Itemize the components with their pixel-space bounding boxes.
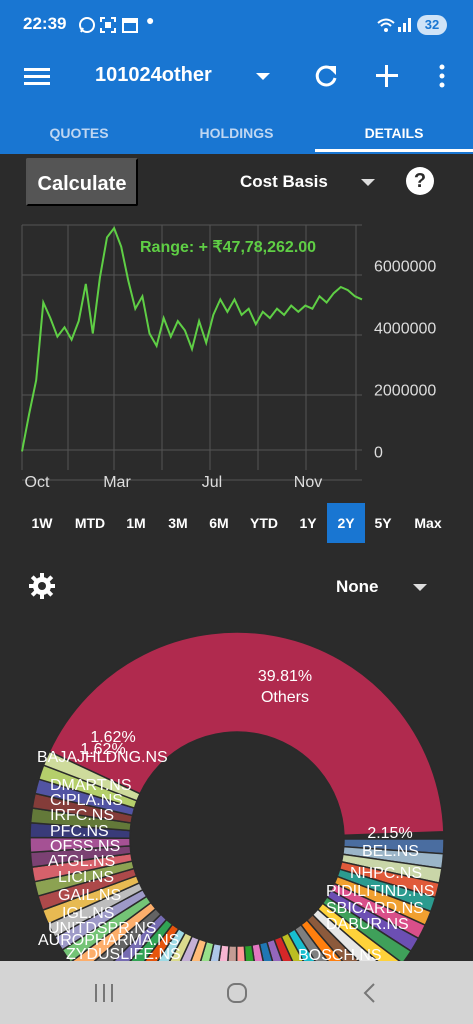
slice-label: DABUR.NS [326,916,409,933]
screenshot-icon [100,17,116,33]
back-icon[interactable] [358,981,382,1005]
y-tick-label: 4000000 [374,320,436,337]
status-time: 22:39 [23,14,67,33]
others-percent: 39.81% [258,668,312,685]
portfolio-title[interactable]: 101024other [95,64,212,87]
calendar-icon [122,18,138,33]
app-bar: 101024other [0,52,473,102]
slice-label: ZYDUSLIFE.NS [66,946,181,961]
slice-label: BEL.NS [362,843,419,860]
others-label: Others [261,689,309,706]
range-button-2y[interactable]: 2Y [327,503,365,543]
wifi-icon [377,18,395,32]
battery-badge: 32 [417,15,447,35]
range-label: Range: + ₹47,78,262.00 [140,239,316,256]
range-button-5y[interactable]: 5Y [364,503,402,543]
chart-y-axis: 6000000 4000000 2000000 0 [374,258,436,461]
more-options-icon[interactable] [436,61,448,91]
tab-quotes[interactable]: QUOTES [0,102,158,154]
slice-label: PIDILITIND.NS [326,883,434,900]
menu-icon[interactable] [24,61,50,91]
range-button-3m[interactable]: 3M [159,503,197,543]
tab-indicator [315,149,473,152]
range-button-mtd[interactable]: MTD [70,503,110,543]
slice-label: LICI.NS [58,869,114,886]
signal-icon [398,18,411,32]
tab-holdings[interactable]: HOLDINGS [158,102,315,154]
allocation-donut-chart: 39.81% Others 2.15% 1.62% 1.62% BAJAJHLD… [29,631,445,961]
status-bar: 22:39 ● 32 [0,0,473,52]
slice-label: ATGL.NS [48,853,115,870]
tab-details[interactable]: DETAILS [315,102,473,154]
slice-label: NHPC.NS [350,865,422,882]
chart-series-line [21,226,363,452]
slice-label: SBICARD.NS [326,900,424,917]
system-nav-bar [0,961,473,1024]
range-button-1m[interactable]: 1M [117,503,155,543]
chart-grid [21,224,362,481]
home-icon[interactable] [225,981,249,1005]
refresh-icon[interactable] [312,61,340,91]
chart-x-axis: Oct Mar Jul Nov [25,474,323,491]
recent-apps-icon[interactable] [92,981,116,1005]
range-button-6m[interactable]: 6M [200,503,238,543]
right-slice-percent: 2.15% [367,825,412,842]
y-tick-label: 0 [374,444,383,461]
portfolio-dropdown-icon[interactable] [254,61,272,91]
x-tick-label: Nov [294,474,322,491]
x-tick-label: Mar [103,474,131,491]
y-tick-label: 6000000 [374,258,436,275]
slice-label: GAIL.NS [58,887,121,904]
tab-bar: QUOTES HOLDINGS DETAILS [0,102,473,154]
slice-label: IRFC.NS [50,807,114,824]
calculate-button[interactable]: Calculate [26,158,138,206]
x-tick-label: Oct [25,474,50,491]
slice-label: BAJAJHLDNG.NS [37,749,168,766]
range-button-1y[interactable]: 1Y [289,503,327,543]
gear-icon[interactable] [28,572,56,600]
y-tick-label: 2000000 [374,382,436,399]
status-dot: ● [146,12,155,28]
performance-chart: 6000000 4000000 2000000 0 Oct Mar Jul Nov Rang… [21,224,436,491]
grouping-label: None [336,577,379,596]
whatsapp-icon [79,17,95,33]
chevron-down-icon [361,179,375,186]
help-icon[interactable]: ? [406,167,434,195]
grouping-select[interactable]: None [330,572,440,602]
range-button-ytd[interactable]: YTD [245,503,283,543]
cost-basis-label: Cost Basis [240,172,328,191]
add-icon[interactable] [374,61,400,91]
range-button-max[interactable]: Max [408,503,448,543]
cost-basis-select[interactable]: Cost Basis [230,166,380,198]
x-tick-label: Jul [202,474,222,491]
chevron-down-icon [413,584,427,591]
slice-label: BOSCH.NS [298,947,382,961]
range-button-1w[interactable]: 1W [23,503,61,543]
